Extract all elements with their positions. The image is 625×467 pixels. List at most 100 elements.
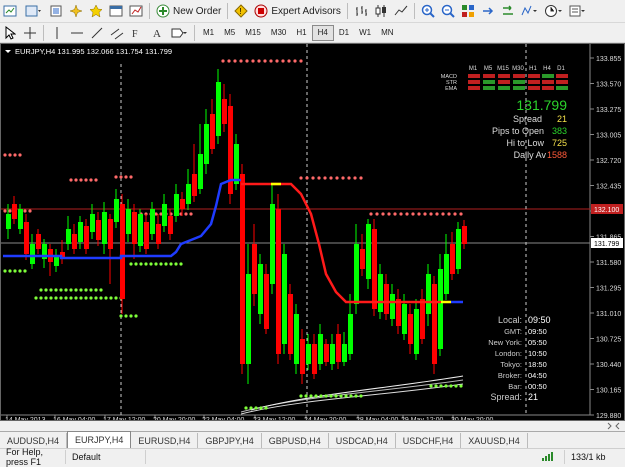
support-dot	[259, 406, 263, 410]
support-dot	[39, 288, 43, 292]
resistance-dot	[441, 212, 445, 216]
toolbar-separator	[227, 3, 229, 19]
resistance-dot	[227, 59, 231, 63]
resistance-dot	[347, 176, 351, 180]
metaeditor-icon[interactable]: !	[232, 2, 250, 20]
tf-mn[interactable]: MN	[376, 25, 398, 41]
navigator-icon[interactable]	[67, 2, 85, 20]
new-order-button[interactable]: New Order	[154, 2, 223, 20]
vertical-line-icon[interactable]	[48, 24, 66, 42]
clock-label: London:	[495, 349, 522, 358]
autoscroll-icon[interactable]	[499, 2, 517, 20]
tf-m30[interactable]: M30	[266, 25, 292, 41]
support-dot	[8, 269, 12, 273]
support-dot	[94, 296, 98, 300]
text-tool-icon[interactable]: A	[148, 24, 166, 42]
indicator-cell	[528, 80, 540, 84]
support-dot	[144, 262, 148, 266]
clock-value: 05:50	[528, 338, 547, 347]
chart-shift-icon[interactable]	[479, 2, 497, 20]
support-dot	[49, 296, 53, 300]
resistance-dot	[189, 212, 193, 216]
resistance-dot	[435, 212, 439, 216]
clock-label: GMT:	[504, 327, 522, 336]
tab-eurjpy[interactable]: EURJPY,H4	[67, 431, 132, 448]
bull-candle	[414, 309, 419, 354]
tf-m1[interactable]: M1	[198, 25, 219, 41]
trendline-icon[interactable]	[88, 24, 106, 42]
tf-h4[interactable]: H4	[311, 24, 334, 41]
tab-gbpjpy[interactable]: GBPJPY,H4	[198, 433, 262, 448]
profiles-icon[interactable]	[23, 2, 45, 20]
support-dot	[344, 394, 348, 398]
label-tool-icon[interactable]	[168, 24, 190, 42]
periods-icon[interactable]	[543, 2, 565, 20]
market-watch-icon[interactable]	[47, 2, 65, 20]
status-help: For Help, press F1	[0, 447, 66, 467]
bar-chart-icon[interactable]	[352, 2, 370, 20]
tab-usdchf[interactable]: USDCHF,H4	[396, 433, 462, 448]
support-dot	[99, 296, 103, 300]
zoom-in-icon[interactable]	[419, 2, 437, 20]
indicator-cell	[513, 86, 525, 90]
bear-candle	[192, 174, 197, 196]
new-chart-icon[interactable]	[1, 2, 21, 20]
bull-candle	[234, 144, 239, 184]
toolbar-separator	[413, 3, 415, 19]
price-chart[interactable]: EURJPY,H4 131.995 132.066 131.754 131.79…	[1, 44, 625, 421]
bull-candle	[390, 294, 395, 319]
support-dot	[449, 384, 453, 388]
line-chart-icon[interactable]	[392, 2, 410, 20]
bear-candle	[408, 314, 413, 344]
tf-m15[interactable]: M15	[240, 25, 266, 41]
tf-w1[interactable]: W1	[354, 25, 376, 41]
bull-candle	[162, 204, 167, 226]
chart-window[interactable]: EURJPY,H4 131.995 132.066 131.754 131.79…	[0, 43, 625, 421]
hi-to-low-value: 725	[552, 138, 567, 148]
price-tick-label: 131.580	[596, 260, 621, 267]
support-dot	[179, 262, 183, 266]
tab-usdcad[interactable]: USDCAD,H4	[329, 433, 396, 448]
support-dot	[18, 269, 22, 273]
tile-windows-icon[interactable]	[459, 2, 477, 20]
tab-audusd[interactable]: AUDUSD,H4	[0, 433, 68, 448]
clock-label: Spread:	[490, 392, 522, 402]
resistance-dot	[317, 176, 321, 180]
fibonacci-icon[interactable]: F	[128, 24, 146, 42]
tab-gbpusd[interactable]: GBPUSD,H4	[262, 433, 329, 448]
terminal-icon[interactable]	[107, 2, 125, 20]
cursor-icon[interactable]	[1, 24, 19, 42]
support-dot	[164, 262, 168, 266]
chart-tabs: AUDUSD,H4 EURJPY,H4 EURUSD,H4 GBPJPY,H4 …	[0, 431, 625, 448]
crosshair-icon[interactable]	[21, 24, 39, 42]
support-dot	[3, 269, 7, 273]
tab-eurusd[interactable]: EURUSD,H4	[131, 433, 199, 448]
indicator-column-label: M30	[512, 66, 524, 72]
price-tick-label: 133.570	[596, 82, 621, 89]
tf-m5[interactable]: M5	[219, 25, 240, 41]
tf-d1[interactable]: D1	[334, 25, 354, 41]
templates-icon[interactable]	[567, 2, 589, 20]
horizontal-scrollbar[interactable]	[0, 421, 625, 431]
tf-h1[interactable]: H1	[291, 25, 311, 41]
indicators-icon[interactable]	[519, 2, 541, 20]
channel-icon[interactable]	[108, 24, 126, 42]
tab-xauusd[interactable]: XAUUSD,H4	[461, 433, 528, 448]
favorites-icon[interactable]	[87, 2, 105, 20]
bull-candle	[114, 199, 119, 222]
candlestick-icon[interactable]	[372, 2, 390, 20]
tester-icon[interactable]	[127, 2, 145, 20]
resistance-dot	[184, 212, 188, 216]
resistance-dot	[353, 176, 357, 180]
support-dot	[54, 288, 58, 292]
resistance-dot	[13, 153, 17, 157]
zoom-out-icon[interactable]	[439, 2, 457, 20]
pips-to-open-value: 383	[552, 126, 567, 136]
resistance-dot	[84, 178, 88, 182]
bull-candle	[150, 209, 155, 234]
bear-candle	[180, 199, 185, 209]
expert-advisors-button[interactable]: Expert Advisors	[252, 2, 342, 20]
horizontal-line-icon[interactable]	[68, 24, 86, 42]
status-traffic: 133/1 kb	[571, 452, 606, 462]
resistance-dot	[447, 212, 451, 216]
